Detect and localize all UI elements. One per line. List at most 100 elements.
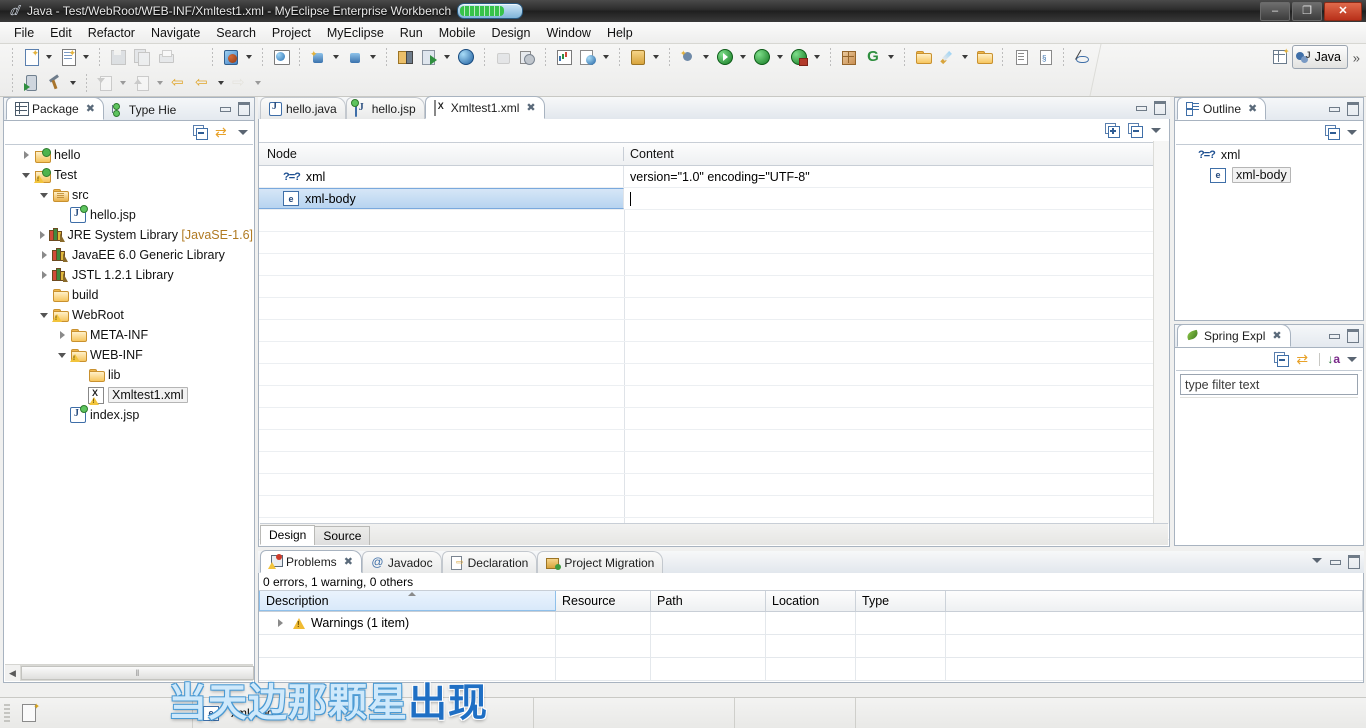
- view-menu-icon[interactable]: [1347, 129, 1357, 135]
- xml-content-editor[interactable]: [624, 188, 1169, 209]
- globe-icon[interactable]: [455, 46, 477, 68]
- menu-myeclipse[interactable]: MyEclipse: [319, 24, 392, 42]
- tree-item-build[interactable]: build: [5, 285, 253, 305]
- minimize-icon[interactable]: [1327, 101, 1340, 114]
- tree-item-lib[interactable]: lib: [5, 365, 253, 385]
- forward-icon[interactable]: ⇨: [229, 72, 251, 94]
- new-class-dropdown[interactable]: [80, 47, 91, 67]
- new-java-class-icon[interactable]: ✦: [57, 46, 79, 68]
- menu-navigate[interactable]: Navigate: [143, 24, 208, 42]
- web-world-dropdown[interactable]: [600, 47, 611, 67]
- run-server-dropdown[interactable]: [441, 47, 452, 67]
- xml-row-xml-declaration[interactable]: ?=? xml version="1.0" encoding="UTF-8": [259, 166, 1169, 188]
- twisty-icon[interactable]: [55, 345, 69, 365]
- menu-edit[interactable]: Edit: [42, 24, 80, 42]
- tree-item-hello-jsp[interactable]: hello.jsp: [5, 205, 253, 225]
- sort-icon[interactable]: ↓a: [1327, 352, 1340, 366]
- web-world-icon[interactable]: [577, 46, 599, 68]
- menu-refactor[interactable]: Refactor: [80, 24, 143, 42]
- back-dropdown[interactable]: [215, 73, 226, 93]
- tree-item-src[interactable]: src: [5, 185, 253, 205]
- twisty-icon[interactable]: [37, 305, 51, 325]
- view-menu-icon[interactable]: [1151, 127, 1161, 133]
- search-dropdown[interactable]: [959, 47, 970, 67]
- tree-item-test[interactable]: Test: [5, 165, 253, 185]
- thumbs-up-icon[interactable]: [492, 46, 514, 68]
- maximize-icon[interactable]: [1346, 101, 1359, 116]
- db-connection-dropdown[interactable]: [330, 47, 341, 67]
- tab-design[interactable]: Design: [260, 525, 316, 545]
- tab-spring-explorer[interactable]: Spring Expl ✖: [1177, 324, 1291, 347]
- open-db-icon[interactable]: [344, 46, 366, 68]
- tab-type-hierarchy[interactable]: Type Hie: [104, 99, 184, 120]
- tree-item-webroot[interactable]: WebRoot: [5, 305, 253, 325]
- new-wizard-icon[interactable]: ✦: [20, 46, 42, 68]
- tab-hello-jsp[interactable]: hello.jsp: [345, 97, 425, 119]
- minimize-icon[interactable]: [1134, 100, 1147, 113]
- twisty-icon[interactable]: [55, 325, 69, 345]
- column-header-resource[interactable]: Resource: [556, 591, 651, 611]
- run-history-dropdown[interactable]: [774, 47, 785, 67]
- run-history-icon[interactable]: [751, 46, 773, 68]
- column-header-path[interactable]: Path: [651, 591, 766, 611]
- tree-item-jstl-library[interactable]: JSTL 1.2.1 Library: [5, 265, 253, 285]
- tree-item-meta-inf[interactable]: META-INF: [5, 325, 253, 345]
- column-header-description[interactable]: Description: [259, 591, 556, 611]
- twisty-icon[interactable]: [37, 225, 49, 245]
- column-header-location[interactable]: Location: [766, 591, 856, 611]
- menu-design[interactable]: Design: [484, 24, 539, 42]
- debug-dropdown[interactable]: [700, 47, 711, 67]
- open-type-dropdown[interactable]: [650, 47, 661, 67]
- collapse-all-icon[interactable]: [1274, 352, 1290, 367]
- maximize-icon[interactable]: [237, 101, 250, 116]
- new-annotation-icon[interactable]: G: [862, 46, 884, 68]
- tree-item-web-inf[interactable]: WEB-INF: [5, 345, 253, 365]
- tab-problems[interactable]: Problems ✖: [260, 550, 362, 573]
- minimize-button[interactable]: –: [1260, 2, 1290, 21]
- minimize-icon[interactable]: [1327, 328, 1340, 341]
- tree-item-hello[interactable]: hello: [5, 145, 253, 165]
- debug-icon[interactable]: ✦: [677, 46, 699, 68]
- report-icon[interactable]: [553, 46, 575, 68]
- twisty-icon[interactable]: [19, 165, 33, 185]
- twisty-icon[interactable]: [19, 145, 33, 165]
- twisty-icon[interactable]: [273, 613, 287, 633]
- menu-mobile[interactable]: Mobile: [431, 24, 484, 42]
- export-dropdown[interactable]: [154, 73, 165, 93]
- server-config-icon[interactable]: [394, 46, 416, 68]
- open-resource-icon[interactable]: [912, 46, 934, 68]
- new-db-connection-icon[interactable]: ✦: [307, 46, 329, 68]
- tree-item-jre-system-library[interactable]: JRE System Library [JavaSE-1.6]: [5, 225, 253, 245]
- tab-outline[interactable]: Outline ✖: [1177, 97, 1267, 120]
- outline-tree[interactable]: ?=? xml e xml-body: [1176, 144, 1362, 319]
- web-browser-icon[interactable]: [270, 46, 292, 68]
- outline-item-xml-body[interactable]: e xml-body: [1176, 165, 1362, 185]
- coverage-dropdown[interactable]: [811, 47, 822, 67]
- xml-content-value[interactable]: version="1.0" encoding="UTF-8": [624, 166, 1169, 187]
- twisty-icon[interactable]: [37, 265, 51, 285]
- next-annotation-icon[interactable]: [1010, 46, 1032, 68]
- package-explorer-hscrollbar[interactable]: ◀ ‖: [5, 664, 254, 681]
- run-icon[interactable]: [714, 46, 736, 68]
- deploy-dropdown[interactable]: [243, 47, 254, 67]
- problems-table-row[interactable]: [259, 635, 1363, 658]
- tree-item-xmltest1-xml[interactable]: Xmltest1.xml: [5, 385, 253, 405]
- open-db-dropdown[interactable]: [367, 47, 378, 67]
- toolbar-overflow-chevron[interactable]: »: [1353, 51, 1360, 66]
- maximize-icon[interactable]: [1347, 554, 1360, 569]
- view-menu-icon[interactable]: [1312, 558, 1322, 563]
- open-type-icon[interactable]: [627, 46, 649, 68]
- tab-source[interactable]: Source: [314, 526, 371, 545]
- tree-item-javaee-library[interactable]: JavaEE 6.0 Generic Library: [5, 245, 253, 265]
- scroll-track[interactable]: ‖: [20, 665, 254, 681]
- customize-perspective-icon[interactable]: ✦: [1269, 46, 1291, 68]
- column-header-node[interactable]: Node: [259, 147, 624, 161]
- close-icon[interactable]: ✖: [86, 102, 95, 115]
- view-menu-icon[interactable]: [238, 129, 248, 135]
- import-icon[interactable]: [94, 72, 116, 94]
- import-dropdown[interactable]: [117, 73, 128, 93]
- menu-file[interactable]: File: [6, 24, 42, 42]
- close-icon[interactable]: ✖: [344, 555, 353, 568]
- scroll-thumb[interactable]: ‖: [21, 666, 254, 680]
- link-with-editor-icon[interactable]: ⇄: [1296, 352, 1312, 366]
